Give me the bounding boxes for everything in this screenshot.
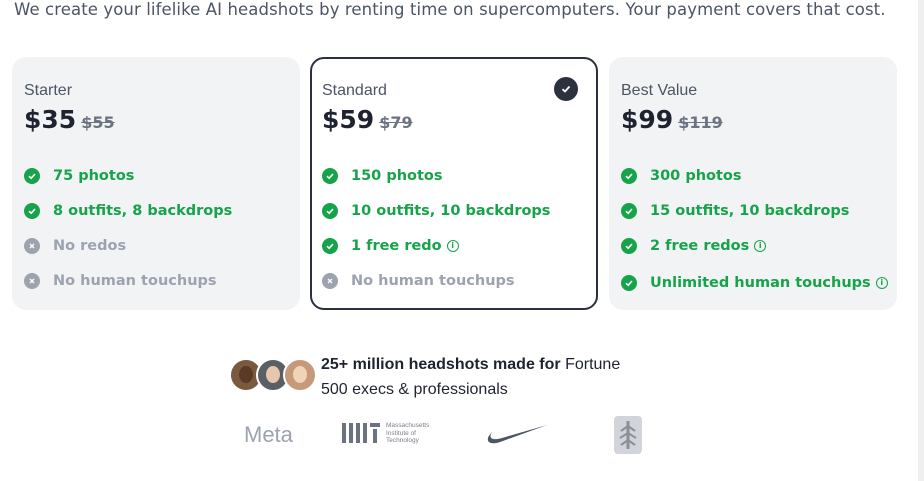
feature-label: 15 outfits, 10 backdrops (650, 202, 850, 219)
info-icon[interactable]: i (875, 276, 888, 289)
proof-text-rest: Fortune (565, 356, 621, 373)
plan-card-best-value[interactable]: Best Value $99 $119 300 photos 15 outfit… (609, 57, 897, 310)
feature-item: 150 photos (322, 158, 550, 193)
x-circle-icon (322, 272, 338, 289)
check-circle-icon (24, 167, 40, 184)
proof-text-line2: 500 execs & professionals (321, 381, 508, 398)
feature-item: No human touchups (322, 263, 550, 298)
mit-logo: Massachusetts Institute of Technology (342, 422, 429, 445)
stanford-logo (614, 416, 642, 458)
social-proof: 25+ million headshots made for Fortune 5… (229, 352, 620, 402)
selected-check-icon (554, 77, 578, 101)
feature-item: 10 outfits, 10 backdrops (322, 193, 550, 228)
feature-item: 2 free redos i (621, 228, 888, 263)
check-circle-icon (621, 237, 637, 254)
feature-label: 300 photos (650, 167, 742, 184)
feature-item: No human touchups (24, 263, 232, 298)
check-circle-icon (322, 237, 338, 254)
plan-name: Starter (24, 82, 73, 99)
plan-old-price: $55 (81, 113, 115, 132)
check-circle-icon (621, 274, 637, 291)
feature-label: Unlimited human touchups (650, 274, 871, 291)
feature-item: 300 photos (621, 158, 888, 193)
feature-item: 1 free redo i (322, 228, 550, 263)
plan-card-starter[interactable]: Starter $35 $55 75 photos 8 outfits, 8 b… (12, 57, 300, 310)
feature-item: 75 photos (24, 158, 232, 193)
feature-item: No redos (24, 228, 232, 263)
feature-label: 10 outfits, 10 backdrops (351, 202, 551, 219)
nike-swoosh-logo (484, 422, 548, 450)
check-circle-icon (24, 202, 40, 219)
price-row: $35 $55 (24, 105, 115, 134)
feature-label: 75 photos (53, 167, 135, 184)
plan-old-price: $79 (379, 113, 413, 132)
plan-price: $99 (621, 105, 674, 134)
feature-label: No human touchups (53, 272, 217, 289)
check-circle-icon (322, 167, 338, 184)
logo-strip: Meta Massachusetts Institute of Technolo… (0, 414, 924, 458)
feature-item: Unlimited human touchups i (621, 265, 888, 300)
social-proof-text: 25+ million headshots made for Fortune 5… (321, 352, 620, 402)
avatar (283, 358, 317, 392)
feature-label: 8 outfits, 8 backdrops (53, 202, 233, 219)
avatar-group (229, 352, 319, 392)
feature-label: No human touchups (351, 272, 515, 289)
feature-item: 15 outfits, 10 backdrops (621, 193, 888, 228)
plan-name: Standard (322, 82, 387, 99)
plan-price: $35 (24, 105, 77, 134)
plan-card-standard[interactable]: Standard $59 $79 150 photos 10 outfits, … (310, 57, 598, 310)
x-circle-icon (24, 272, 40, 289)
price-row: $99 $119 (621, 105, 723, 134)
check-circle-icon (621, 202, 637, 219)
plan-name: Best Value (621, 82, 698, 99)
x-circle-icon (24, 237, 40, 254)
feature-label: 2 free redos (650, 237, 750, 254)
check-circle-icon (621, 167, 637, 184)
mit-logo-text: Massachusetts Institute of Technology (386, 422, 430, 444)
feature-list: 75 photos 8 outfits, 8 backdrops No redo… (24, 158, 232, 298)
proof-highlight: 25+ million headshots made for (321, 356, 561, 373)
scrollbar[interactable] (918, 0, 924, 481)
feature-item: 8 outfits, 8 backdrops (24, 193, 232, 228)
feature-label: 1 free redo (351, 237, 442, 254)
price-row: $59 $79 (322, 105, 413, 134)
meta-logo: Meta (244, 422, 293, 447)
plan-old-price: $119 (678, 113, 723, 132)
feature-list: 150 photos 10 outfits, 10 backdrops 1 fr… (322, 158, 550, 298)
feature-list: 300 photos 15 outfits, 10 backdrops 2 fr… (621, 158, 888, 300)
check-circle-icon (322, 202, 338, 219)
pricing-intro-text: We create your lifelike AI headshots by … (14, 0, 886, 19)
info-icon[interactable]: i (446, 239, 459, 252)
plan-price: $59 (322, 105, 375, 134)
feature-label: 150 photos (351, 167, 443, 184)
feature-label: No redos (53, 237, 127, 254)
info-icon[interactable]: i (754, 239, 767, 252)
